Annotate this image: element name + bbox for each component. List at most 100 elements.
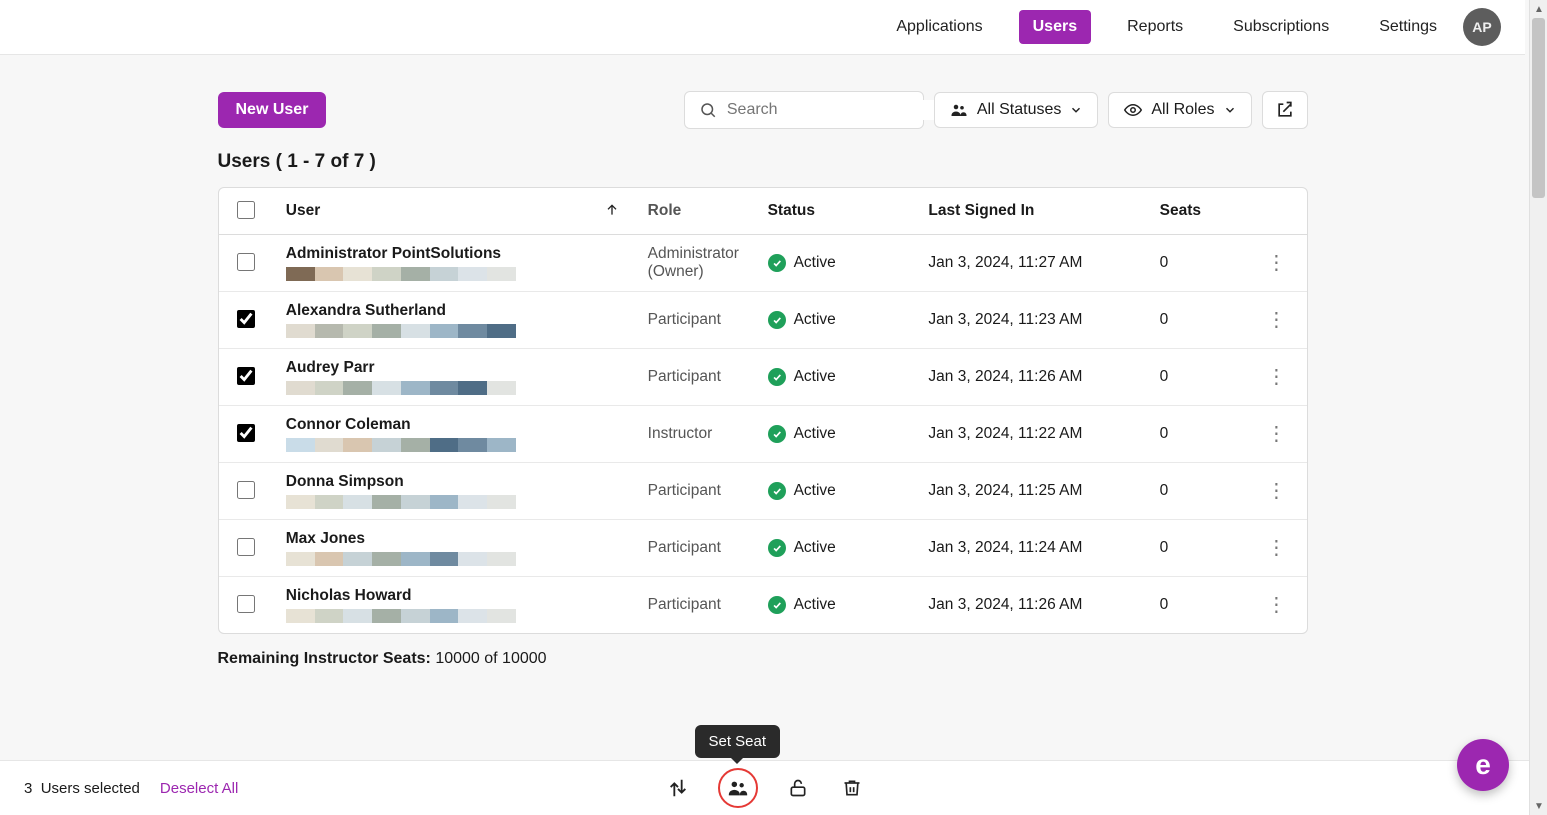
avatar[interactable]: AP <box>1463 8 1501 46</box>
role-cell: Participant <box>634 520 754 577</box>
check-icon <box>768 254 786 272</box>
row-checkbox[interactable] <box>237 253 255 271</box>
status-badge: Active <box>768 254 901 272</box>
seats-cell: 0 <box>1146 349 1247 406</box>
role-cell: Participant <box>634 463 754 520</box>
lock-action-button[interactable] <box>784 774 812 802</box>
row-checkbox[interactable] <box>237 367 255 385</box>
status-filter-label: All Statuses <box>977 101 1061 119</box>
row-checkbox[interactable] <box>237 310 255 328</box>
role-cell: Participant <box>634 292 754 349</box>
table-row[interactable]: Max JonesParticipantActiveJan 3, 2024, 1… <box>219 520 1307 577</box>
user-name: Nicholas Howard <box>286 587 620 605</box>
nav-settings[interactable]: Settings <box>1365 10 1451 44</box>
seats-cell: 0 <box>1146 235 1247 292</box>
help-fab[interactable]: e <box>1457 739 1509 791</box>
row-menu-button[interactable]: ⋮ <box>1266 309 1286 331</box>
delete-action-button[interactable] <box>838 774 866 802</box>
seats-cell: 0 <box>1146 463 1247 520</box>
scroll-down-icon[interactable]: ▼ <box>1530 797 1547 815</box>
col-signed[interactable]: Last Signed In <box>914 188 1145 235</box>
user-name: Connor Coleman <box>286 416 620 434</box>
scroll-up-icon[interactable]: ▲ <box>1530 0 1547 18</box>
col-user[interactable]: User <box>272 188 634 235</box>
status-badge: Active <box>768 311 901 329</box>
status-filter[interactable]: All Statuses <box>934 92 1098 128</box>
row-checkbox[interactable] <box>237 481 255 499</box>
search-input[interactable] <box>725 100 936 120</box>
row-menu-button[interactable]: ⋮ <box>1266 594 1286 616</box>
status-badge: Active <box>768 482 901 500</box>
row-menu-button[interactable]: ⋮ <box>1266 423 1286 445</box>
user-name: Donna Simpson <box>286 473 620 491</box>
row-checkbox[interactable] <box>237 424 255 442</box>
check-icon <box>768 311 786 329</box>
check-icon <box>768 425 786 443</box>
row-menu-button[interactable]: ⋮ <box>1266 252 1286 274</box>
status-badge: Active <box>768 368 901 386</box>
table-row[interactable]: Donna SimpsonParticipantActiveJan 3, 202… <box>219 463 1307 520</box>
export-button[interactable] <box>1262 91 1308 129</box>
signed-cell: Jan 3, 2024, 11:23 AM <box>914 292 1145 349</box>
table-row[interactable]: Alexandra SutherlandParticipantActiveJan… <box>219 292 1307 349</box>
signed-cell: Jan 3, 2024, 11:26 AM <box>914 349 1145 406</box>
row-menu-button[interactable]: ⋮ <box>1266 480 1286 502</box>
row-menu-button[interactable]: ⋮ <box>1266 537 1286 559</box>
set-seat-tooltip: Set Seat <box>695 725 781 758</box>
row-checkbox[interactable] <box>237 538 255 556</box>
export-icon <box>1275 100 1295 120</box>
search-box[interactable] <box>684 91 924 129</box>
scroll-thumb[interactable] <box>1532 18 1545 198</box>
status-badge: Active <box>768 596 901 614</box>
role-filter[interactable]: All Roles <box>1108 92 1251 128</box>
role-cell: Administrator (Owner) <box>634 235 754 292</box>
col-seats[interactable]: Seats <box>1146 188 1247 235</box>
nav-users[interactable]: Users <box>1019 10 1091 44</box>
swap-action-button[interactable] <box>664 774 692 802</box>
redacted-email <box>286 267 516 281</box>
redacted-email <box>286 324 516 338</box>
role-filter-label: All Roles <box>1151 101 1214 119</box>
user-name: Audrey Parr <box>286 359 620 377</box>
redacted-email <box>286 438 516 452</box>
selected-count: 3 Users selected <box>24 780 140 797</box>
col-status[interactable]: Status <box>754 188 915 235</box>
table-row[interactable]: Nicholas Howard Participant Active Jan 3, 2… <box>219 577 1307 633</box>
select-all-checkbox[interactable] <box>237 201 255 219</box>
role-cell: Instructor <box>634 406 754 463</box>
redacted-email <box>286 552 516 566</box>
redacted-email <box>286 495 516 509</box>
nav-subscriptions[interactable]: Subscriptions <box>1219 10 1343 44</box>
remaining-seats: Remaining Instructor Seats: 10000 of 100… <box>218 650 1308 668</box>
seats-cell: 0 <box>1146 292 1247 349</box>
user-name: Max Jones <box>286 530 620 548</box>
nav-reports[interactable]: Reports <box>1113 10 1197 44</box>
new-user-button[interactable]: New User <box>218 92 327 128</box>
signed-cell: Jan 3, 2024, 11:22 AM <box>914 406 1145 463</box>
check-icon <box>768 596 786 614</box>
eye-icon <box>1123 101 1143 119</box>
top-nav: Applications Users Reports Subscriptions Set… <box>0 0 1525 55</box>
table-row[interactable]: Connor ColemanInstructorActiveJan 3, 202… <box>219 406 1307 463</box>
nav-links: Applications Users Reports Subscriptions Set… <box>882 10 1451 44</box>
page-title: Users ( 1 - 7 of 7 ) <box>218 151 1308 173</box>
scrollbar[interactable]: ▲ ▼ <box>1529 0 1547 815</box>
deselect-all-link[interactable]: Deselect All <box>160 780 238 797</box>
table-row[interactable]: Audrey ParrParticipantActiveJan 3, 2024,… <box>219 349 1307 406</box>
user-name: Administrator PointSolutions <box>286 245 620 263</box>
table-row[interactable]: Administrator PointSolutions Administrato… <box>219 235 1307 292</box>
redacted-email <box>286 609 516 623</box>
set-seat-button[interactable] <box>718 768 758 808</box>
sort-arrow-icon <box>604 202 620 218</box>
chevron-down-icon <box>1069 103 1083 117</box>
row-checkbox[interactable] <box>237 595 255 613</box>
role-cell: Participant <box>634 577 754 633</box>
nav-applications[interactable]: Applications <box>882 10 996 44</box>
row-menu-button[interactable]: ⋮ <box>1266 366 1286 388</box>
seats-cell: 0 <box>1146 577 1247 633</box>
check-icon <box>768 539 786 557</box>
signed-cell: Jan 3, 2024, 11:26 AM <box>914 577 1145 633</box>
col-role[interactable]: Role <box>634 188 754 235</box>
bulk-action-bar: 3 Users selected Deselect All <box>0 760 1529 815</box>
search-icon <box>699 101 717 119</box>
